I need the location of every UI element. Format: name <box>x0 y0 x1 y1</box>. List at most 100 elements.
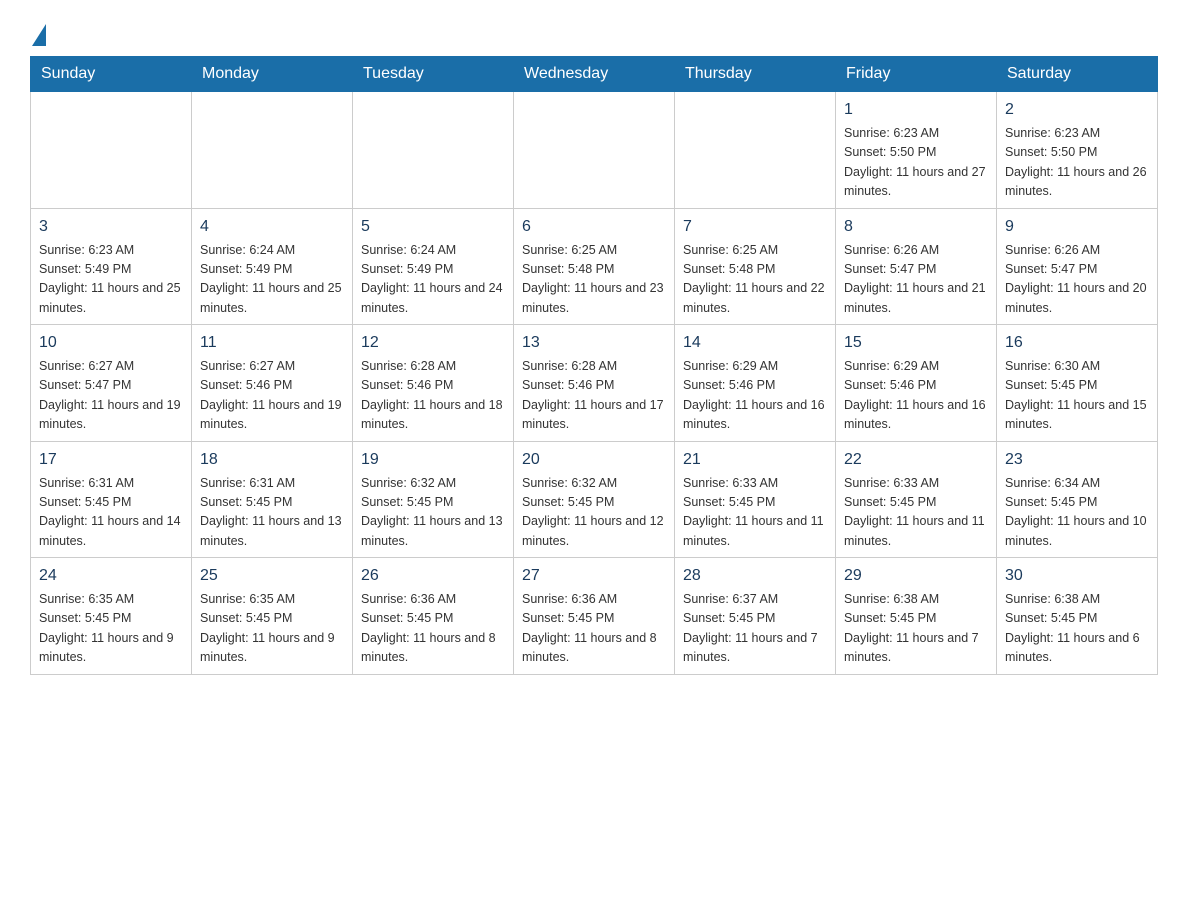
calendar-cell: 22Sunrise: 6:33 AMSunset: 5:45 PMDayligh… <box>836 441 997 558</box>
sun-info-line: Sunset: 5:47 PM <box>1005 260 1149 279</box>
sun-info-line: Sunset: 5:45 PM <box>39 493 183 512</box>
sun-info-line: Daylight: 11 hours and 13 minutes. <box>200 512 344 551</box>
sun-info-line: Daylight: 11 hours and 9 minutes. <box>39 629 183 668</box>
sun-info-line: Sunset: 5:46 PM <box>522 376 666 395</box>
day-number: 22 <box>844 448 988 472</box>
sun-info: Sunrise: 6:30 AMSunset: 5:45 PMDaylight:… <box>1005 357 1149 435</box>
sun-info-line: Sunset: 5:49 PM <box>361 260 505 279</box>
sun-info: Sunrise: 6:36 AMSunset: 5:45 PMDaylight:… <box>361 590 505 668</box>
sun-info: Sunrise: 6:33 AMSunset: 5:45 PMDaylight:… <box>844 474 988 552</box>
calendar-cell: 2Sunrise: 6:23 AMSunset: 5:50 PMDaylight… <box>997 92 1158 209</box>
sun-info-line: Sunset: 5:47 PM <box>844 260 988 279</box>
day-number: 2 <box>1005 98 1149 122</box>
day-number: 17 <box>39 448 183 472</box>
sun-info-line: Sunrise: 6:38 AM <box>844 590 988 609</box>
sun-info-line: Sunset: 5:45 PM <box>522 609 666 628</box>
sun-info-line: Sunset: 5:46 PM <box>683 376 827 395</box>
sun-info-line: Sunset: 5:45 PM <box>39 609 183 628</box>
sun-info-line: Sunrise: 6:24 AM <box>200 241 344 260</box>
calendar-cell: 16Sunrise: 6:30 AMSunset: 5:45 PMDayligh… <box>997 325 1158 442</box>
calendar-cell <box>514 92 675 209</box>
sun-info-line: Daylight: 11 hours and 11 minutes. <box>844 512 988 551</box>
day-number: 1 <box>844 98 988 122</box>
calendar-cell: 9Sunrise: 6:26 AMSunset: 5:47 PMDaylight… <box>997 208 1158 325</box>
sun-info-line: Sunset: 5:49 PM <box>200 260 344 279</box>
sun-info-line: Sunrise: 6:27 AM <box>39 357 183 376</box>
sun-info-line: Sunrise: 6:31 AM <box>39 474 183 493</box>
sun-info-line: Daylight: 11 hours and 8 minutes. <box>361 629 505 668</box>
sun-info-line: Sunset: 5:48 PM <box>522 260 666 279</box>
sun-info-line: Sunrise: 6:25 AM <box>683 241 827 260</box>
sun-info-line: Daylight: 11 hours and 25 minutes. <box>200 279 344 318</box>
day-number: 27 <box>522 564 666 588</box>
day-number: 7 <box>683 215 827 239</box>
calendar-cell: 29Sunrise: 6:38 AMSunset: 5:45 PMDayligh… <box>836 558 997 675</box>
calendar-cell: 15Sunrise: 6:29 AMSunset: 5:46 PMDayligh… <box>836 325 997 442</box>
sun-info-line: Sunset: 5:45 PM <box>1005 493 1149 512</box>
sun-info-line: Sunset: 5:45 PM <box>1005 376 1149 395</box>
calendar-cell: 1Sunrise: 6:23 AMSunset: 5:50 PMDaylight… <box>836 92 997 209</box>
sun-info: Sunrise: 6:24 AMSunset: 5:49 PMDaylight:… <box>361 241 505 319</box>
sun-info-line: Daylight: 11 hours and 8 minutes. <box>522 629 666 668</box>
day-number: 9 <box>1005 215 1149 239</box>
sun-info-line: Daylight: 11 hours and 10 minutes. <box>1005 512 1149 551</box>
day-number: 29 <box>844 564 988 588</box>
day-number: 21 <box>683 448 827 472</box>
sun-info-line: Sunrise: 6:29 AM <box>844 357 988 376</box>
sun-info: Sunrise: 6:25 AMSunset: 5:48 PMDaylight:… <box>522 241 666 319</box>
sun-info-line: Sunrise: 6:38 AM <box>1005 590 1149 609</box>
calendar-cell: 3Sunrise: 6:23 AMSunset: 5:49 PMDaylight… <box>31 208 192 325</box>
sun-info: Sunrise: 6:31 AMSunset: 5:45 PMDaylight:… <box>200 474 344 552</box>
calendar-cell: 11Sunrise: 6:27 AMSunset: 5:46 PMDayligh… <box>192 325 353 442</box>
day-number: 4 <box>200 215 344 239</box>
sun-info: Sunrise: 6:37 AMSunset: 5:45 PMDaylight:… <box>683 590 827 668</box>
sun-info-line: Sunset: 5:46 PM <box>844 376 988 395</box>
week-row-4: 17Sunrise: 6:31 AMSunset: 5:45 PMDayligh… <box>31 441 1158 558</box>
sun-info: Sunrise: 6:38 AMSunset: 5:45 PMDaylight:… <box>844 590 988 668</box>
sun-info-line: Sunrise: 6:23 AM <box>844 124 988 143</box>
sun-info: Sunrise: 6:29 AMSunset: 5:46 PMDaylight:… <box>844 357 988 435</box>
sun-info-line: Daylight: 11 hours and 9 minutes. <box>200 629 344 668</box>
day-number: 28 <box>683 564 827 588</box>
sun-info-line: Daylight: 11 hours and 27 minutes. <box>844 163 988 202</box>
sun-info: Sunrise: 6:32 AMSunset: 5:45 PMDaylight:… <box>361 474 505 552</box>
calendar-cell: 27Sunrise: 6:36 AMSunset: 5:45 PMDayligh… <box>514 558 675 675</box>
sun-info-line: Sunset: 5:45 PM <box>361 493 505 512</box>
day-header-friday: Friday <box>836 57 997 92</box>
sun-info-line: Sunrise: 6:32 AM <box>361 474 505 493</box>
sun-info-line: Sunset: 5:47 PM <box>39 376 183 395</box>
day-number: 14 <box>683 331 827 355</box>
calendar-cell: 18Sunrise: 6:31 AMSunset: 5:45 PMDayligh… <box>192 441 353 558</box>
sun-info: Sunrise: 6:32 AMSunset: 5:45 PMDaylight:… <box>522 474 666 552</box>
day-number: 15 <box>844 331 988 355</box>
sun-info-line: Daylight: 11 hours and 24 minutes. <box>361 279 505 318</box>
day-header-thursday: Thursday <box>675 57 836 92</box>
day-number: 8 <box>844 215 988 239</box>
day-number: 25 <box>200 564 344 588</box>
calendar-cell: 19Sunrise: 6:32 AMSunset: 5:45 PMDayligh… <box>353 441 514 558</box>
day-number: 24 <box>39 564 183 588</box>
week-row-2: 3Sunrise: 6:23 AMSunset: 5:49 PMDaylight… <box>31 208 1158 325</box>
calendar-cell: 13Sunrise: 6:28 AMSunset: 5:46 PMDayligh… <box>514 325 675 442</box>
sun-info-line: Sunrise: 6:23 AM <box>39 241 183 260</box>
logo <box>30 20 46 46</box>
sun-info: Sunrise: 6:34 AMSunset: 5:45 PMDaylight:… <box>1005 474 1149 552</box>
sun-info-line: Sunrise: 6:37 AM <box>683 590 827 609</box>
sun-info-line: Daylight: 11 hours and 25 minutes. <box>39 279 183 318</box>
calendar-cell <box>353 92 514 209</box>
sun-info-line: Daylight: 11 hours and 7 minutes. <box>844 629 988 668</box>
calendar-cell: 28Sunrise: 6:37 AMSunset: 5:45 PMDayligh… <box>675 558 836 675</box>
day-number: 5 <box>361 215 505 239</box>
day-number: 16 <box>1005 331 1149 355</box>
sun-info: Sunrise: 6:24 AMSunset: 5:49 PMDaylight:… <box>200 241 344 319</box>
sun-info-line: Sunrise: 6:29 AM <box>683 357 827 376</box>
sun-info-line: Sunset: 5:46 PM <box>200 376 344 395</box>
calendar-cell: 24Sunrise: 6:35 AMSunset: 5:45 PMDayligh… <box>31 558 192 675</box>
calendar-table: SundayMondayTuesdayWednesdayThursdayFrid… <box>30 56 1158 675</box>
sun-info-line: Sunrise: 6:23 AM <box>1005 124 1149 143</box>
sun-info-line: Daylight: 11 hours and 7 minutes. <box>683 629 827 668</box>
sun-info: Sunrise: 6:23 AMSunset: 5:50 PMDaylight:… <box>844 124 988 202</box>
day-number: 6 <box>522 215 666 239</box>
calendar-cell <box>31 92 192 209</box>
calendar-cell: 26Sunrise: 6:36 AMSunset: 5:45 PMDayligh… <box>353 558 514 675</box>
